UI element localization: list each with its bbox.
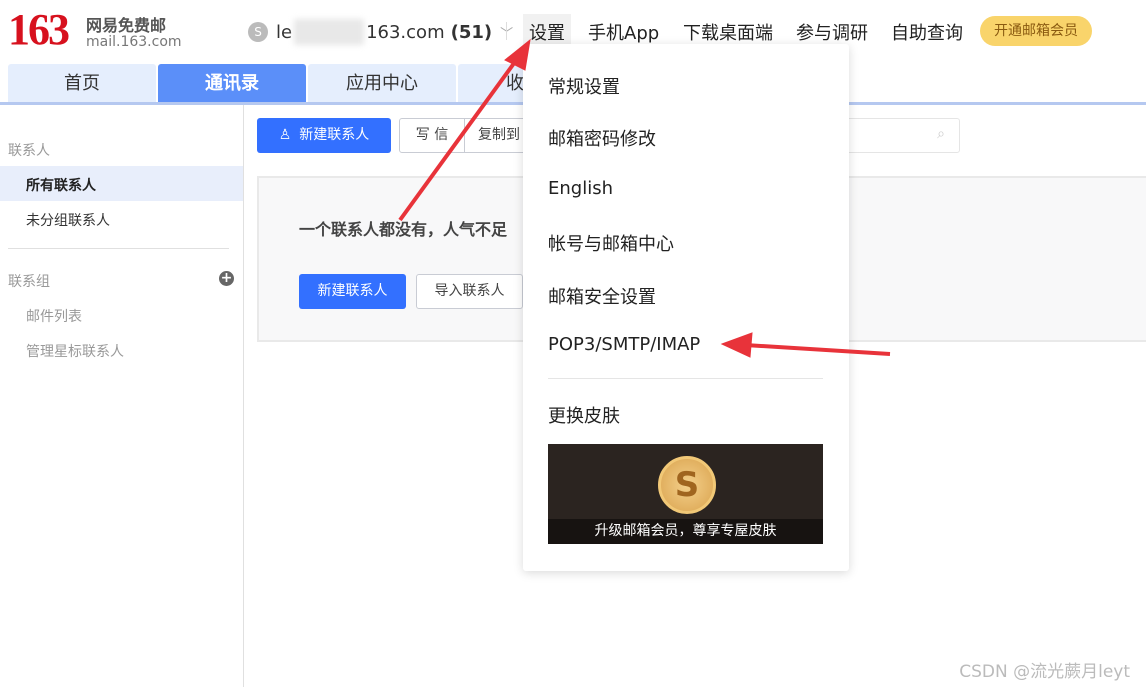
annotation-arrows	[398, 38, 891, 358]
arrow-to-pop3	[720, 332, 891, 358]
arrow-to-settings	[398, 38, 531, 222]
watermark: CSDN @流光蕨月leyt	[959, 662, 1130, 682]
